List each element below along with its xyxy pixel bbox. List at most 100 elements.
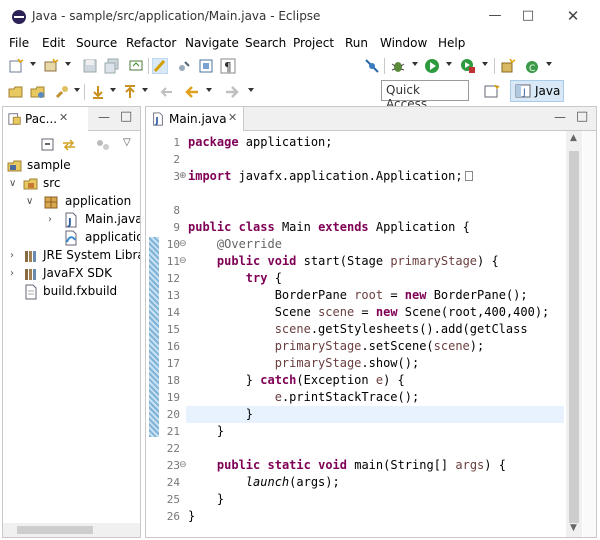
code-line[interactable]: launch(args); (188, 475, 340, 489)
back-dropdown-icon[interactable] (206, 88, 212, 92)
link-with-editor-icon[interactable] (61, 137, 77, 153)
run-dropdown-icon[interactable] (446, 62, 452, 66)
last-edit-location-icon[interactable] (158, 84, 174, 100)
editor-tab-label: Main.java (169, 112, 227, 126)
code-line[interactable]: primaryStage.setScene(scene); (188, 339, 485, 353)
code-line[interactable]: import javafx.application.Application; (188, 169, 473, 183)
focus-task-icon[interactable] (95, 137, 111, 153)
code-line[interactable]: public void start(Stage primaryStage) { (188, 254, 499, 268)
next-annotation-dropdown-icon[interactable] (110, 88, 116, 92)
search-dropdown-icon[interactable] (74, 88, 80, 92)
open-type-icon[interactable] (8, 84, 24, 100)
new-icon[interactable] (8, 58, 24, 74)
search-icon[interactable] (54, 84, 70, 100)
skip-breakpoints-icon[interactable] (364, 58, 380, 74)
horizontal-scrollbar[interactable] (3, 523, 140, 537)
run-external-tools-icon[interactable] (460, 58, 476, 74)
menu-window[interactable]: Window (380, 36, 427, 50)
collapse-all-icon[interactable] (40, 137, 56, 153)
menu-refactor[interactable]: Refactor (126, 36, 176, 50)
code-line[interactable]: BorderPane root = new BorderPane(); (188, 288, 528, 302)
quick-access-input[interactable]: Quick Access (381, 80, 469, 111)
folded-imports-icon[interactable] (464, 171, 473, 181)
collapse-fold-icon[interactable]: ⊖ (179, 239, 187, 249)
menu-navigate[interactable]: Navigate (185, 36, 239, 50)
scrollbar-thumb[interactable] (569, 151, 579, 523)
code-line[interactable]: @Override (188, 237, 282, 251)
collapsed-arrow-icon[interactable]: › (10, 250, 14, 261)
new-dropdown-icon[interactable] (30, 62, 36, 66)
expand-fold-icon[interactable]: ⊕ (179, 171, 187, 181)
code-line[interactable]: Scene scene = new Scene(root,400,400); (188, 305, 550, 319)
open-perspective-icon[interactable] (484, 84, 500, 100)
code-line[interactable]: package application; (188, 135, 333, 149)
save-icon[interactable] (82, 58, 98, 74)
code-line[interactable]: public class Main extends Application { (188, 220, 470, 234)
previous-annotation-icon[interactable] (122, 84, 138, 100)
tree-label-main-java: Main.java (85, 212, 141, 226)
overview-ruler[interactable] (583, 131, 596, 537)
block-selection-icon[interactable] (198, 58, 214, 74)
menu-help[interactable]: Help (438, 36, 465, 50)
collapsed-arrow-icon[interactable]: › (48, 214, 52, 225)
collapsed-arrow-icon[interactable]: › (10, 268, 14, 279)
collapse-fold-icon[interactable]: ⊖ (179, 460, 187, 470)
code-line[interactable]: scene.getStylesheets().add(getClass (188, 322, 528, 336)
expanded-arrow-icon[interactable]: ∨ (9, 178, 16, 189)
maximize-view-icon[interactable]: □ (120, 109, 132, 124)
editor-vertical-scrollbar[interactable]: ▲ ▼ (566, 131, 582, 537)
new-class-dropdown-icon[interactable] (546, 62, 552, 66)
code-line[interactable]: primaryStage.show(); (188, 356, 420, 370)
menu-project[interactable]: Project (293, 36, 334, 50)
menu-file[interactable]: File (9, 36, 29, 50)
run-icon[interactable] (424, 58, 440, 74)
code-line[interactable]: } (188, 492, 224, 506)
menu-search[interactable]: Search (245, 36, 286, 50)
scroll-up-icon[interactable]: ▲ (570, 133, 577, 143)
save-all-icon[interactable] (104, 58, 120, 74)
previous-annotation-dropdown-icon[interactable] (142, 88, 148, 92)
open-resource-icon[interactable] (30, 84, 46, 100)
pilcrow-icon[interactable]: ¶ (220, 58, 236, 74)
code-line[interactable]: } (188, 509, 195, 523)
collapse-fold-icon[interactable]: ⊖ (179, 256, 187, 266)
code-line[interactable]: } (188, 424, 224, 438)
menu-source[interactable]: Source (76, 36, 117, 50)
back-icon[interactable] (184, 84, 200, 100)
debug-icon[interactable] (390, 58, 406, 74)
expanded-arrow-icon[interactable]: ∨ (26, 196, 33, 207)
minimize-view-icon[interactable]: — (98, 110, 110, 124)
code-line[interactable]: } (188, 407, 253, 421)
tab-package-explorer[interactable]: Pac... ✕ (3, 107, 88, 131)
code-line[interactable]: try { (188, 271, 282, 285)
minimize-button[interactable]: — (484, 6, 506, 26)
new-java-package-icon[interactable] (500, 58, 516, 74)
forward-dropdown-icon[interactable] (248, 88, 254, 92)
close-button[interactable]: ✕ (562, 6, 584, 26)
close-tab-icon[interactable]: ✕ (228, 111, 237, 124)
minimize-editor-icon[interactable]: — (554, 110, 566, 124)
menu-edit[interactable]: Edit (42, 36, 65, 50)
code-line[interactable]: e.printStackTrace(); (188, 390, 420, 404)
forward-icon[interactable] (224, 84, 240, 100)
next-annotation-icon[interactable] (90, 84, 106, 100)
show-whitespace-icon[interactable] (176, 58, 192, 74)
close-tab-icon[interactable]: ✕ (59, 111, 68, 124)
code-line[interactable]: public static void main(String[] args) { (188, 458, 506, 472)
scroll-down-icon[interactable]: ▼ (570, 523, 577, 533)
maximize-button[interactable]: □ (517, 6, 539, 26)
new-java-class-icon[interactable]: C (524, 58, 540, 74)
new-package-icon[interactable] (43, 58, 59, 74)
debug-dropdown-icon[interactable] (412, 62, 418, 66)
new-package-dropdown-icon[interactable] (65, 62, 71, 66)
mark-occurrences-icon[interactable] (152, 58, 168, 74)
java-perspective-button[interactable]: J Java (510, 80, 564, 102)
maximize-editor-icon[interactable]: □ (576, 109, 588, 124)
tab-main-java[interactable]: J Main.java ✕ (146, 107, 244, 131)
code-line[interactable]: } catch(Exception e) { (188, 373, 405, 387)
view-menu-icon[interactable]: ▽ (123, 137, 131, 148)
line-number: 18 (166, 374, 180, 387)
run-external-dropdown-icon[interactable] (482, 62, 488, 66)
menu-run[interactable]: Run (345, 36, 368, 50)
toggle-breadcrumb-icon[interactable] (128, 58, 144, 74)
